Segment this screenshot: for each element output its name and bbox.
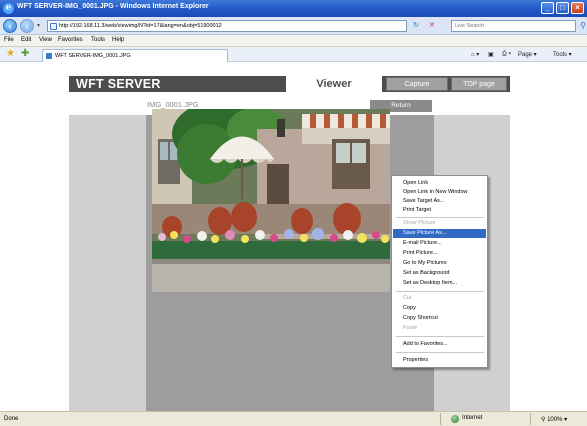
status-text: Done <box>4 416 19 422</box>
ctx-set-as-background[interactable]: Set as Background <box>393 269 486 278</box>
forward-button[interactable]: › <box>20 19 34 33</box>
viewed-photo[interactable] <box>152 109 390 292</box>
ctx-save-target-as[interactable]: Save Target As... <box>393 197 486 206</box>
menu-help[interactable]: Help <box>112 37 124 43</box>
status-bar: Done Internet ⚲ 100% ▾ <box>0 411 587 426</box>
awning <box>302 114 390 128</box>
zoom-value: 100% <box>547 417 563 423</box>
menu-view[interactable]: View <box>39 37 52 43</box>
status-divider <box>530 413 531 425</box>
back-button[interactable]: ‹ <box>3 19 17 33</box>
feeds-icon[interactable]: ▣ <box>488 51 494 58</box>
menu-bar: File Edit View Favorites Tools Help <box>0 35 587 47</box>
search-box[interactable]: ⚲ <box>451 20 586 32</box>
ctx-email-picture[interactable]: E-mail Picture... <box>393 239 486 248</box>
ctx-paste: Paste <box>403 325 418 331</box>
address-toolbar: ‹ › ▾ ↻ ✕ ⚲ <box>0 17 587 35</box>
ctx-properties[interactable]: Properties <box>393 356 486 365</box>
maximize-button[interactable]: □ <box>556 2 569 14</box>
internet-explorer-icon: e <box>3 3 14 14</box>
page-menu[interactable]: Page ▾ <box>518 51 537 58</box>
ctx-save-picture-as[interactable]: Save Picture As... <box>393 229 486 238</box>
context-menu: Open Link Open Link in New Window Save T… <box>391 175 488 368</box>
close-button[interactable]: × <box>571 2 584 14</box>
search-icon[interactable]: ⚲ <box>580 21 586 30</box>
window-title: WFT SERVER-IMG_0001.JPG - Windows Intern… <box>17 3 209 10</box>
favorites-star-icon[interactable]: ★ <box>6 49 15 59</box>
home-icon[interactable]: ⌂ ▾ <box>471 51 479 58</box>
tab-page-icon <box>46 53 52 59</box>
menu-edit[interactable]: Edit <box>21 37 31 43</box>
zoom-level[interactable]: ⚲ 100% ▾ <box>541 416 567 423</box>
address-input[interactable] <box>59 21 399 31</box>
browser-tab[interactable]: WFT SERVER-IMG_0001.JPG <box>42 49 228 62</box>
print-icon[interactable]: ⎙ ▾ <box>502 51 511 58</box>
tab-bar: ★ ✚ WFT SERVER-IMG_0001.JPG ⌂ ▾ ▣ ⎙ ▾ Pa… <box>0 47 587 62</box>
tab-label: WFT SERVER-IMG_0001.JPG <box>55 53 131 59</box>
address-box[interactable] <box>47 20 407 32</box>
ctx-print-target[interactable]: Print Target <box>393 206 486 215</box>
site-header: WFT SERVER Viewer Capture TOP page <box>69 76 510 92</box>
tools-menu[interactable]: Tools ▾ <box>553 51 572 58</box>
ctx-separator <box>396 291 484 292</box>
status-divider <box>440 413 441 425</box>
ctx-separator <box>396 352 484 353</box>
minimize-button[interactable]: _ <box>541 2 554 14</box>
menu-file[interactable]: File <box>4 37 14 43</box>
window-title-bar: e WFT SERVER-IMG_0001.JPG - Windows Inte… <box>0 0 587 17</box>
search-input[interactable] <box>455 21 565 31</box>
ctx-print-picture[interactable]: Print Picture... <box>393 249 486 258</box>
nav-top-page[interactable]: TOP page <box>451 77 507 91</box>
add-favorites-icon[interactable]: ✚ <box>21 49 29 59</box>
ctx-separator <box>396 336 484 337</box>
ctx-set-as-desktop-item[interactable]: Set as Desktop Item... <box>393 279 486 288</box>
ctx-cut: Cut <box>403 295 412 301</box>
ctx-open-link-new-window[interactable]: Open Link in New Window <box>393 188 486 197</box>
page-icon <box>50 23 57 30</box>
ctx-show-picture: Show Picture <box>403 220 436 226</box>
ctx-copy[interactable]: Copy <box>393 304 486 313</box>
menu-favorites[interactable]: Favorites <box>58 37 83 43</box>
stop-icon[interactable]: ✕ <box>429 21 435 29</box>
nav-viewer[interactable]: Viewer <box>286 76 382 92</box>
menu-tools[interactable]: Tools <box>91 37 105 43</box>
ctx-add-to-favorites[interactable]: Add to Favorites... <box>393 340 486 349</box>
brand-title: WFT SERVER <box>76 77 161 91</box>
photo-scene <box>152 109 390 292</box>
image-filename: IMG_0001.JPG <box>147 100 199 109</box>
history-dropdown-icon[interactable]: ▾ <box>37 22 40 29</box>
ctx-copy-shortcut[interactable]: Copy Shortcut <box>393 314 486 323</box>
refresh-icon[interactable]: ↻ <box>413 21 419 29</box>
nav-capture[interactable]: Capture <box>386 77 448 91</box>
ctx-open-link[interactable]: Open Link <box>393 179 486 188</box>
ctx-go-to-my-pictures[interactable]: Go to My Pictures <box>393 259 486 268</box>
ctx-separator <box>396 217 484 218</box>
security-zone-label: Internet <box>462 415 483 421</box>
internet-zone-icon <box>451 415 459 423</box>
